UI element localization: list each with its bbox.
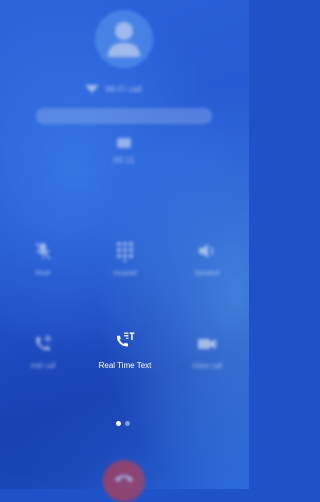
video-camera-icon [198, 339, 216, 349]
contact-avatar [95, 10, 153, 68]
video-call-button[interactable]: Video call [176, 333, 238, 370]
speaker-label: Speaker [193, 270, 221, 277]
rtt-icon [117, 332, 135, 347]
page-indicator [116, 421, 130, 426]
hd-voice-icon [117, 138, 131, 148]
hang-up-icon [115, 475, 133, 482]
dialpad-icon [117, 242, 133, 262]
video-call-label: Video call [191, 363, 223, 370]
wifi-call-label: Wi-Fi call [105, 84, 142, 94]
end-call-button[interactable] [103, 460, 145, 502]
speaker-icon [199, 244, 214, 258]
avatar-body [108, 43, 140, 57]
call-timer: 00:11 [113, 155, 135, 165]
wifi-call-status: Wi-Fi call [85, 82, 142, 96]
speaker-button[interactable]: Speaker [176, 240, 238, 277]
page-dot-2 [125, 421, 130, 426]
keypad-label: Keypad [113, 270, 137, 277]
avatar-head [115, 22, 133, 40]
wifi-icon [85, 85, 99, 93]
rtt-button[interactable]: Real Time Text [93, 329, 157, 370]
add-call-label: Add call [30, 363, 56, 370]
add-call-button[interactable]: Add call [12, 333, 74, 370]
caller-number [36, 108, 212, 124]
rtt-label: Real Time Text [98, 361, 152, 370]
mute-button[interactable]: Mute [12, 240, 74, 277]
mute-label: Mute [35, 270, 51, 277]
page-dot-1 [116, 421, 121, 426]
keypad-button[interactable]: Keypad [94, 240, 156, 277]
mic-off-icon [35, 242, 51, 260]
add-call-icon [36, 335, 52, 351]
